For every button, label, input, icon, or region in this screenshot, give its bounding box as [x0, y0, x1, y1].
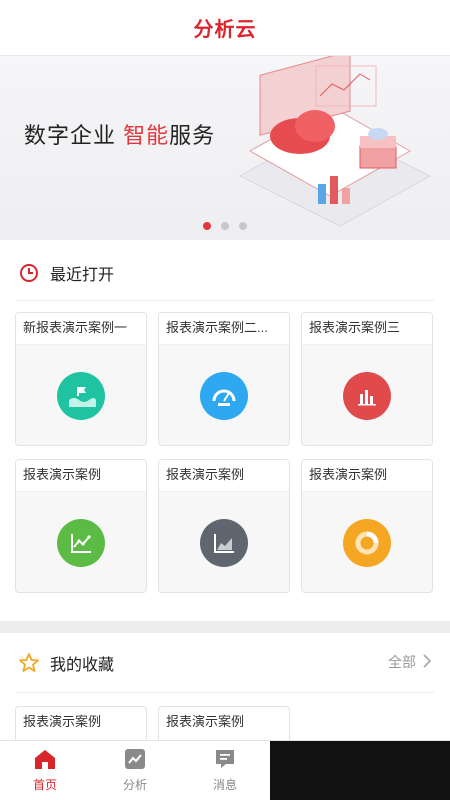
report-card-title: 报表演示案例	[302, 460, 432, 492]
report-card[interactable]: 报表演示案例	[15, 459, 147, 593]
area-chart-icon	[200, 519, 248, 567]
report-card-title: 报表演示案例	[16, 460, 146, 492]
report-card-title: 新报表演示案例一	[16, 313, 146, 345]
chevron-right-icon	[422, 653, 432, 672]
app-title: 分析云	[193, 19, 257, 41]
banner-headline-suffix: 服务	[169, 123, 216, 148]
tab-messages[interactable]: 消息	[180, 741, 270, 800]
banner-illustration	[238, 56, 432, 227]
gauge-icon	[200, 372, 248, 420]
report-card-title: 报表演示案例二...	[159, 313, 289, 345]
banner-dot-1[interactable]	[203, 222, 211, 230]
star-icon	[18, 652, 40, 674]
banner-headline-accent: 智能	[123, 123, 170, 148]
line-chart-icon	[57, 519, 105, 567]
bar-chart-icon	[343, 372, 391, 420]
report-card[interactable]: 报表演示案例二...	[158, 312, 290, 446]
report-card-title: 报表演示案例三	[302, 313, 432, 345]
recent-section-title: 最近打开	[50, 267, 115, 284]
banner-dot-2[interactable]	[221, 222, 229, 230]
favorites-section-header: 我的收藏	[0, 648, 450, 678]
report-card[interactable]: 报表演示案例	[301, 459, 433, 593]
promo-banner[interactable]: 数字企业 智能服务	[0, 56, 450, 240]
favorites-divider	[16, 692, 434, 693]
report-card[interactable]: 新报表演示案例一	[15, 312, 147, 446]
favorites-view-all-link[interactable]: 全部	[388, 652, 432, 672]
banner-dot-3[interactable]	[239, 222, 247, 230]
analysis-icon	[124, 748, 146, 773]
favorite-card-title: 报表演示案例	[23, 714, 102, 729]
favorites-section-title: 我的收藏	[50, 657, 115, 674]
tab-home[interactable]: 首页	[0, 741, 90, 800]
section-separator	[0, 621, 450, 633]
app-header: 分析云	[0, 0, 450, 56]
favorite-card-title: 报表演示案例	[166, 714, 245, 729]
recent-section-header: 最近打开	[0, 256, 450, 290]
wave-flag-icon	[57, 372, 105, 420]
view-all-label: 全部	[388, 654, 416, 670]
bottom-tab-bar: 首页 分析 消息	[0, 740, 450, 800]
tab-analysis[interactable]: 分析	[90, 741, 180, 800]
report-card[interactable]: 报表演示案例	[158, 459, 290, 593]
clock-icon	[18, 262, 40, 284]
report-card[interactable]: 报表演示案例三	[301, 312, 433, 446]
message-icon	[214, 748, 236, 773]
tab-messages-label: 消息	[212, 778, 237, 792]
banner-headline-prefix: 数字企业	[24, 123, 124, 148]
report-card-title: 报表演示案例	[159, 460, 289, 492]
home-icon	[33, 748, 57, 773]
tabbar-overlay-area	[270, 741, 450, 800]
banner-headline: 数字企业 智能服务	[24, 118, 215, 150]
tab-home-label: 首页	[32, 778, 57, 792]
banner-pagination[interactable]	[0, 222, 450, 230]
tab-analysis-label: 分析	[122, 778, 147, 792]
recent-divider	[16, 300, 434, 301]
donut-chart-icon	[343, 519, 391, 567]
